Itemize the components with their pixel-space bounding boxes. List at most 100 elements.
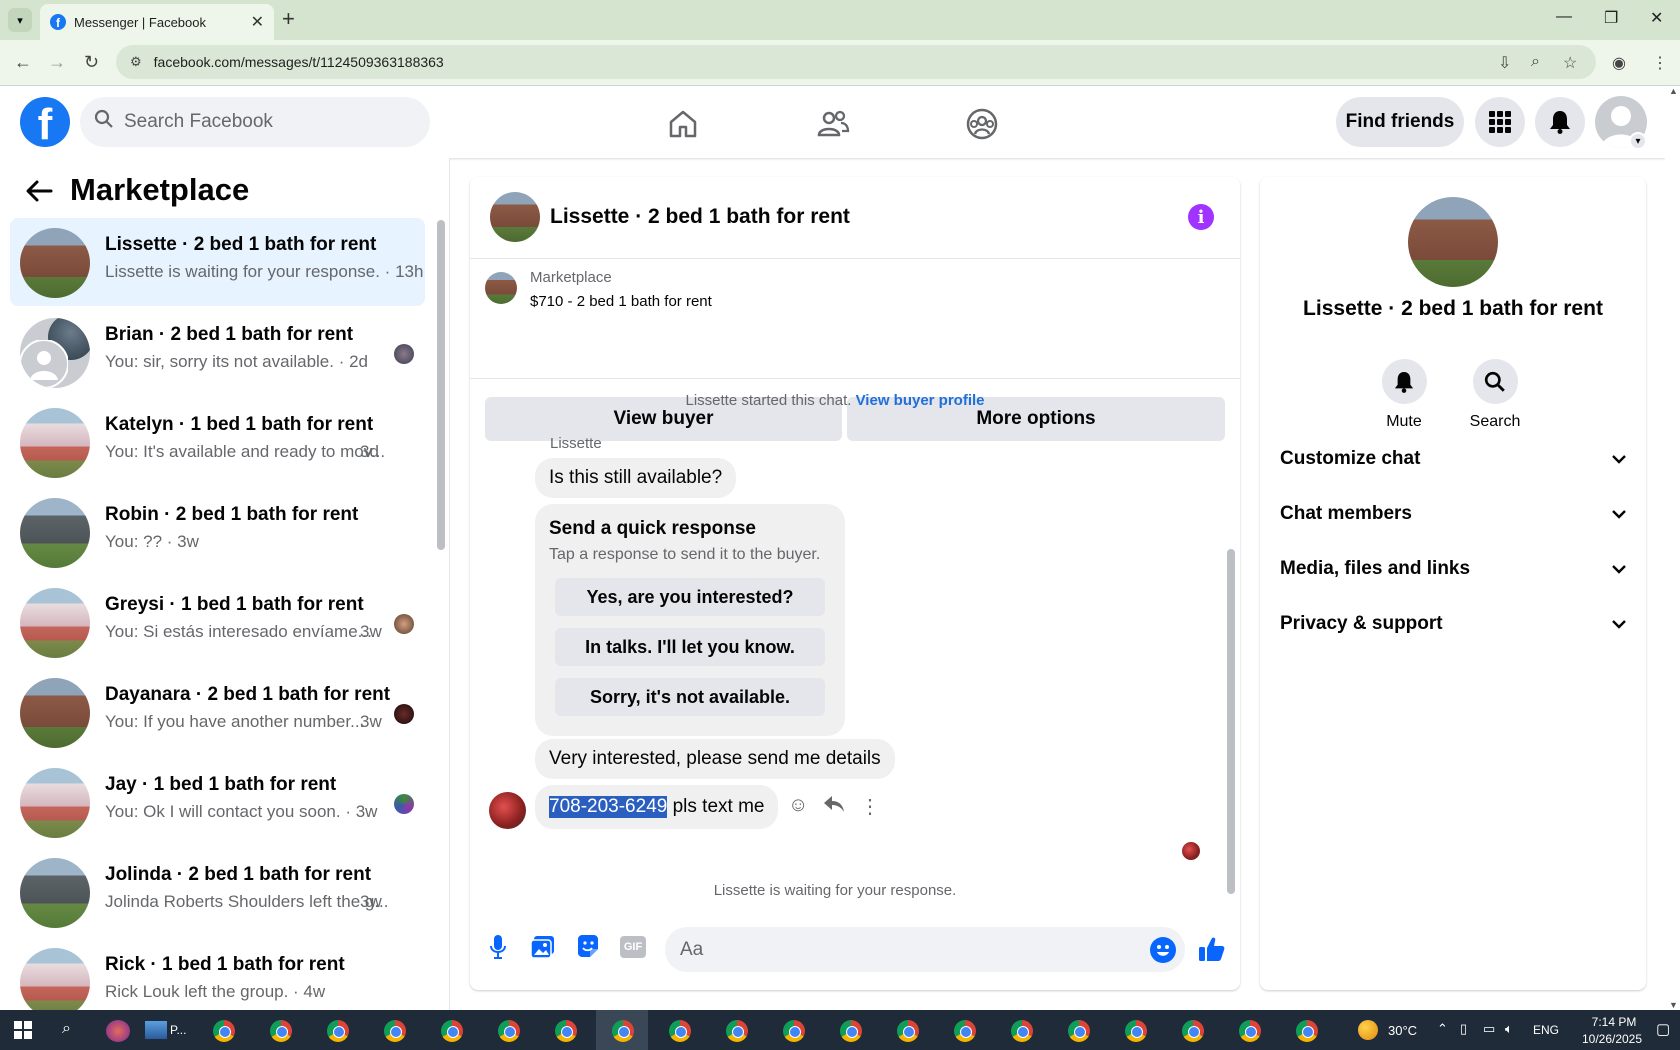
profile-icon[interactable]: ◉: [1612, 53, 1626, 73]
back-arrow-icon[interactable]: [25, 178, 53, 210]
chrome-icon[interactable]: [327, 1020, 349, 1042]
network-icon[interactable]: ▭: [1483, 1021, 1495, 1037]
reload-icon[interactable]: ↻: [84, 52, 99, 73]
details-thumbnail[interactable]: [1408, 197, 1498, 287]
volume-icon[interactable]: 🔈︎: [1505, 1021, 1513, 1037]
conversation-item[interactable]: Jolinda · 2 bed 1 bath for rent Jolinda …: [10, 848, 425, 936]
menu-grid-icon[interactable]: [1475, 97, 1525, 147]
customize-chat-section[interactable]: Customize chat: [1280, 439, 1626, 479]
close-window-icon[interactable]: ✕: [1650, 8, 1663, 28]
notification-center-icon[interactable]: ▢: [1656, 1020, 1670, 1038]
site-info-icon[interactable]: ⚙: [130, 54, 142, 70]
show-hidden-icons-icon[interactable]: ⌃: [1437, 1021, 1448, 1037]
sender-avatar[interactable]: [489, 792, 526, 829]
bookmark-star-icon[interactable]: ☆: [1563, 53, 1577, 73]
conversation-item[interactable]: Brian · 2 bed 1 bath for rent You: sir, …: [10, 308, 425, 396]
chrome-icon[interactable]: [726, 1020, 748, 1042]
chrome-icon[interactable]: [1296, 1020, 1318, 1042]
chrome-icon[interactable]: [498, 1020, 520, 1042]
message-bubble[interactable]: Is this still available?: [535, 458, 737, 498]
privacy-support-section[interactable]: Privacy & support: [1280, 604, 1626, 644]
chrome-icon[interactable]: [555, 1020, 577, 1042]
conversation-item[interactable]: Jay · 1 bed 1 bath for rent You: Ok I wi…: [10, 758, 425, 846]
install-app-icon[interactable]: ⇩: [1498, 53, 1511, 73]
groups-icon[interactable]: [962, 104, 1002, 144]
chat-title[interactable]: Lissette · 2 bed 1 bath for rent: [550, 205, 850, 229]
chrome-icon[interactable]: [1125, 1020, 1147, 1042]
restore-icon[interactable]: ❐: [1604, 8, 1618, 28]
browser-menu-icon[interactable]: ⋮: [1652, 53, 1668, 73]
page-scrollbar[interactable]: ▲ ▼: [1665, 86, 1680, 1010]
microphone-icon[interactable]: [483, 932, 513, 962]
search-in-chat-button[interactable]: Search: [1450, 359, 1540, 431]
close-tab-icon[interactable]: ✕: [251, 12, 264, 32]
zoom-icon[interactable]: ⌕: [1531, 53, 1540, 71]
address-bar[interactable]: ⚙ facebook.com/messages/t/11245093631883…: [116, 45, 1596, 79]
sticker-icon[interactable]: [573, 932, 603, 962]
home-icon[interactable]: [663, 104, 703, 144]
browser-tab[interactable]: f Messenger | Facebook ✕: [40, 4, 274, 40]
sidebar-scrollbar[interactable]: [437, 220, 445, 550]
clock-time[interactable]: 7:14 PM: [1582, 1015, 1646, 1029]
listing-price[interactable]: $710 - 2 bed 1 bath for rent: [530, 293, 712, 310]
chrome-icon[interactable]: [840, 1020, 862, 1042]
message-input[interactable]: Aa: [665, 927, 1185, 972]
message-bubble[interactable]: 708-203-6249 pls text me: [535, 785, 779, 829]
quick-response-option[interactable]: In talks. I'll let you know.: [555, 628, 825, 666]
chrome-icon[interactable]: [612, 1020, 634, 1042]
view-buyer-profile-link[interactable]: View buyer profile: [856, 392, 985, 409]
chrome-icon[interactable]: [384, 1020, 406, 1042]
battery-icon[interactable]: ▯: [1460, 1021, 1467, 1037]
taskbar-app-icon[interactable]: [106, 1020, 130, 1042]
weather-icon[interactable]: [1358, 1020, 1378, 1040]
conversation-item[interactable]: Lissette · 2 bed 1 bath for rent Lissett…: [10, 218, 425, 306]
friends-icon[interactable]: [813, 104, 853, 144]
quick-response-option[interactable]: Sorry, it's not available.: [555, 678, 825, 716]
forward-icon[interactable]: →: [48, 52, 66, 73]
chrome-icon[interactable]: [1068, 1020, 1090, 1042]
chat-scrollbar[interactable]: [1227, 549, 1235, 894]
chrome-icon[interactable]: [1011, 1020, 1033, 1042]
chrome-icon[interactable]: [213, 1020, 235, 1042]
clock-date[interactable]: 10/26/2025: [1572, 1032, 1652, 1046]
account-chevron-icon[interactable]: ▾: [1629, 132, 1647, 150]
new-tab-icon[interactable]: +: [282, 6, 295, 32]
chrome-icon[interactable]: [897, 1020, 919, 1042]
taskbar-search-icon[interactable]: ⌕: [62, 1020, 71, 1038]
chrome-icon[interactable]: [669, 1020, 691, 1042]
conversation-item[interactable]: Robin · 2 bed 1 bath for rent You: ?? · …: [10, 488, 425, 576]
mute-button[interactable]: Mute: [1359, 359, 1449, 431]
conversation-item[interactable]: Dayanara · 2 bed 1 bath for rent You: If…: [10, 668, 425, 756]
message-bubble[interactable]: Very interested, please send me details: [535, 739, 895, 779]
chrome-icon[interactable]: [441, 1020, 463, 1042]
chrome-icon[interactable]: [270, 1020, 292, 1042]
language-indicator[interactable]: ENG: [1533, 1023, 1559, 1037]
windows-start-icon[interactable]: [14, 1021, 32, 1044]
chrome-icon[interactable]: [783, 1020, 805, 1042]
chat-members-section[interactable]: Chat members: [1280, 494, 1626, 534]
minimize-icon[interactable]: —: [1556, 8, 1572, 26]
taskbar-app-icon[interactable]: [145, 1021, 167, 1039]
quick-response-option[interactable]: Yes, are you interested?: [555, 578, 825, 616]
conversation-item[interactable]: Katelyn · 1 bed 1 bath for rent You: It'…: [10, 398, 425, 486]
gif-icon[interactable]: GIF: [618, 932, 648, 962]
notifications-bell-icon[interactable]: [1535, 97, 1585, 147]
photo-icon[interactable]: [528, 932, 558, 962]
conversation-item[interactable]: Greysi · 1 bed 1 bath for rent You: Si e…: [10, 578, 425, 666]
info-icon[interactable]: i: [1188, 204, 1214, 230]
chrome-icon[interactable]: [1182, 1020, 1204, 1042]
media-files-links-section[interactable]: Media, files and links: [1280, 549, 1626, 589]
conversation-item[interactable]: Rick · 1 bed 1 bath for rent Rick Louk l…: [10, 938, 425, 1010]
react-emoji-icon[interactable]: ☺: [788, 794, 808, 817]
more-actions-icon[interactable]: ⋮: [860, 794, 880, 819]
back-icon[interactable]: ←: [14, 52, 32, 73]
tab-search-chevron-icon[interactable]: ▾: [8, 8, 32, 32]
thumbs-up-icon[interactable]: [1198, 935, 1226, 968]
search-facebook-input[interactable]: Search Facebook: [80, 97, 430, 147]
find-friends-button[interactable]: Find friends: [1336, 97, 1464, 147]
chat-thumbnail[interactable]: [490, 192, 540, 242]
facebook-logo-icon[interactable]: f: [20, 97, 70, 147]
reply-icon[interactable]: [823, 794, 845, 820]
chrome-icon[interactable]: [954, 1020, 976, 1042]
chrome-icon[interactable]: [1239, 1020, 1261, 1042]
